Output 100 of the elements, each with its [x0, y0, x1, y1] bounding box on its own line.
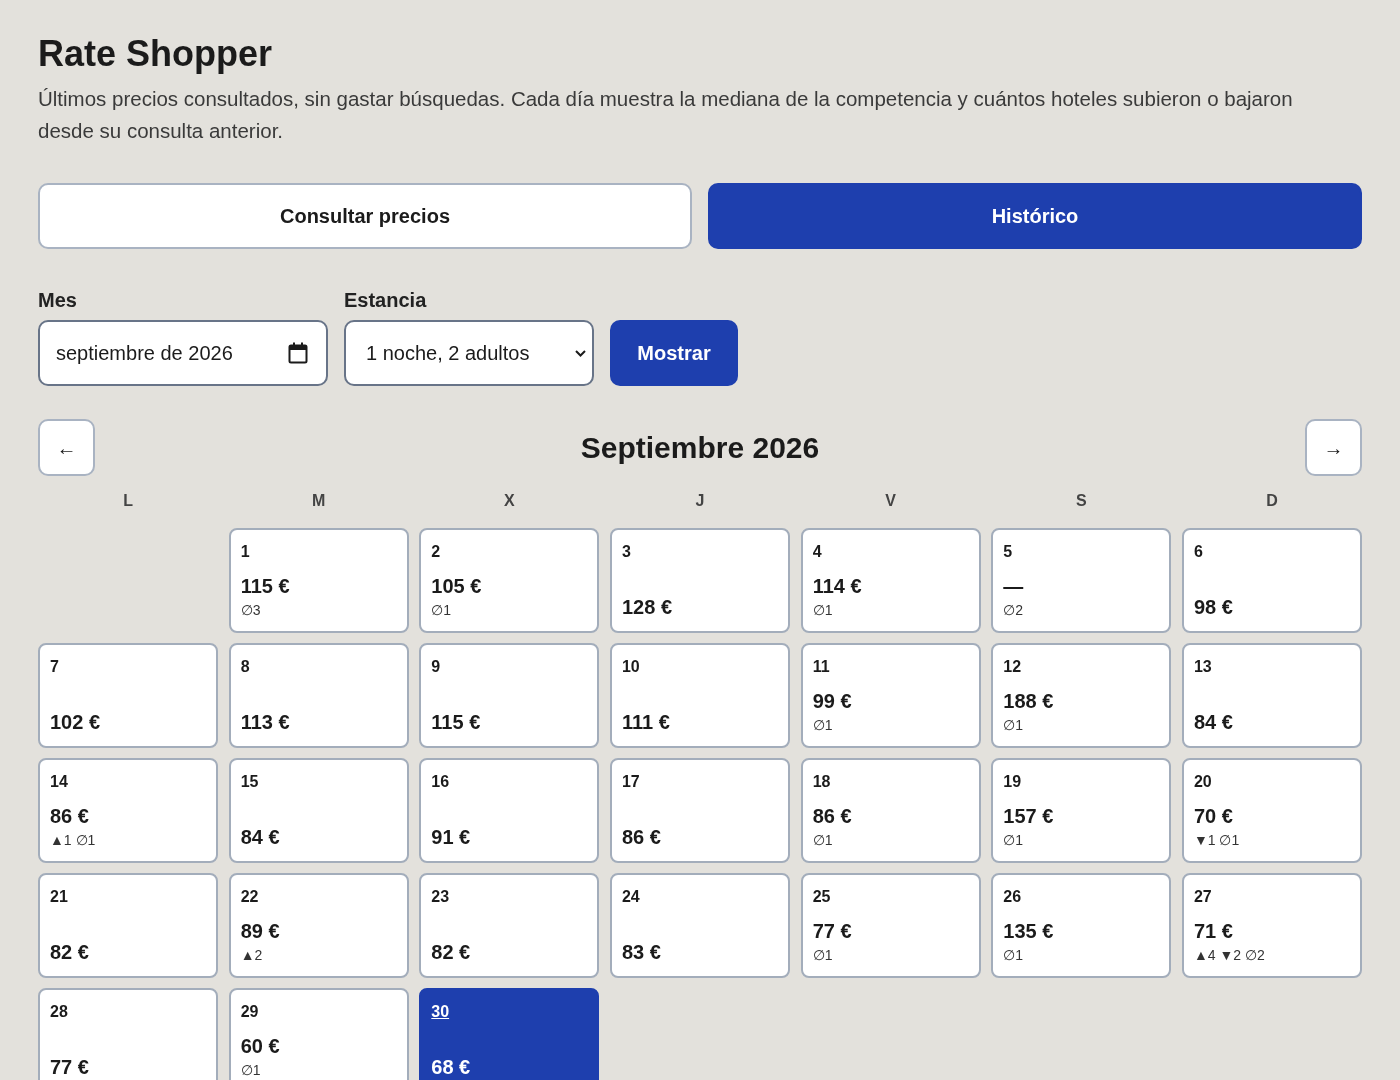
- day-cell[interactable]: 6 98 €: [1181, 528, 1362, 634]
- price-changes: ∅1: [431, 601, 452, 620]
- day-number: 4: [812, 542, 822, 563]
- day-cell[interactable]: 28 77 €: [38, 988, 219, 1080]
- day-number: 19: [1003, 772, 1022, 793]
- day-cell[interactable]: 23 82 €: [419, 873, 600, 979]
- median-price: 77 €: [50, 1055, 89, 1080]
- day-cell[interactable]: 10 111 €: [609, 643, 791, 749]
- median-price: 188 €: [1003, 689, 1054, 714]
- price-changes: ∅2: [1003, 601, 1024, 620]
- day-cell[interactable]: 30 68 €: [419, 988, 600, 1080]
- day-number: 27: [1193, 887, 1212, 908]
- stay-select[interactable]: 1 noche, 2 adultos: [344, 320, 594, 387]
- day-number: 20: [1193, 772, 1212, 793]
- day-cell[interactable]: 22 89 € ▲2: [228, 873, 409, 979]
- price-changes: ∅1: [812, 946, 833, 965]
- page-title: Rate Shopper: [38, 32, 274, 76]
- field-label: Estancia: [344, 288, 428, 314]
- weekday-label: M: [311, 491, 327, 512]
- day-cell[interactable]: 26 135 € ∅1: [991, 873, 1172, 979]
- price-changes: ∅1: [1003, 716, 1024, 735]
- day-cell[interactable]: 19 157 € ∅1: [991, 758, 1172, 864]
- day-number: 24: [621, 887, 640, 908]
- median-price: 102 €: [50, 710, 101, 735]
- calendar-title: Septiembre 2026: [580, 429, 820, 466]
- chevron-icon: [575, 349, 586, 357]
- day-number: 22: [240, 887, 259, 908]
- day-number: 7: [50, 657, 59, 678]
- median-price: 115 €: [431, 710, 481, 735]
- day-cell[interactable]: 16 91 €: [419, 758, 600, 864]
- price-changes: ∅1: [240, 1061, 261, 1080]
- median-price: 84 €: [240, 825, 280, 850]
- previous-month-button[interactable]: ←: [38, 419, 95, 477]
- median-price: 60 €: [240, 1034, 280, 1059]
- day-cell[interactable]: 3 128 €: [609, 528, 791, 634]
- day-number: 29: [240, 1002, 259, 1023]
- median-price: 89 €: [240, 919, 280, 944]
- day-cell[interactable]: 29 60 € ∅1: [228, 988, 409, 1080]
- median-price: 91 €: [431, 825, 471, 850]
- price-changes: ▼1 ∅1: [1193, 831, 1240, 850]
- median-price: 135 €: [1003, 919, 1054, 944]
- day-cell[interactable]: 17 86 €: [609, 758, 791, 864]
- show-button[interactable]: Mostrar: [610, 320, 738, 387]
- weekday-label: S: [1074, 491, 1088, 512]
- day-cell[interactable]: 14 86 € ▲1 ∅1: [38, 758, 219, 864]
- median-price: 98 €: [1193, 595, 1233, 620]
- weekday-label: V: [884, 491, 897, 512]
- day-number: 28: [50, 1002, 68, 1023]
- field-label: Mes: [38, 288, 78, 314]
- median-price: 86 €: [812, 804, 852, 829]
- day-number: 9: [431, 657, 441, 678]
- price-changes: ∅1: [812, 601, 833, 620]
- day-cell[interactable]: 12 188 € ∅1: [991, 643, 1172, 749]
- median-price: 84 €: [1193, 710, 1233, 735]
- day-cell[interactable]: 11 99 € ∅1: [800, 643, 981, 749]
- day-number: 14: [50, 772, 68, 793]
- day-cell[interactable]: 1 115 € ∅3: [228, 528, 409, 634]
- day-cell[interactable]: 8 113 €: [228, 643, 409, 749]
- tab[interactable]: Histórico: [708, 183, 1362, 250]
- next-month-button[interactable]: →: [1305, 419, 1362, 477]
- tab[interactable]: Consultar precios: [38, 183, 692, 250]
- median-price: 77 €: [812, 919, 852, 944]
- day-cell[interactable]: 18 86 € ∅1: [800, 758, 981, 864]
- day-number: 26: [1003, 887, 1022, 908]
- day-cell[interactable]: 21 82 €: [38, 873, 219, 979]
- price-changes: ∅1: [1003, 831, 1024, 850]
- price-changes: ▲1 ∅1: [50, 831, 96, 850]
- day-number: 5: [1003, 542, 1013, 563]
- day-number: 2: [431, 542, 441, 563]
- median-price: 111 €: [621, 710, 670, 735]
- day-cell[interactable]: 24 83 €: [609, 873, 791, 979]
- day-number: 30: [431, 1002, 450, 1023]
- month-field[interactable]: septiembre de 2026: [38, 320, 328, 387]
- day-cell[interactable]: 15 84 €: [228, 758, 409, 864]
- median-price: 86 €: [621, 825, 661, 850]
- day-cell[interactable]: 25 77 € ∅1: [800, 873, 981, 979]
- median-price: 99 €: [812, 689, 852, 714]
- day-cell[interactable]: 2 105 € ∅1: [419, 528, 600, 634]
- day-cell[interactable]: 9 115 €: [419, 643, 600, 749]
- price-changes: ▲4 ▼2 ∅2: [1193, 946, 1265, 965]
- day-number: 12: [1003, 657, 1022, 678]
- day-number: 6: [1193, 542, 1203, 563]
- price-changes: ∅1: [812, 716, 833, 735]
- median-price: 114 €: [812, 574, 862, 599]
- day-cell[interactable]: 27 71 € ▲4 ▼2 ∅2: [1181, 873, 1362, 979]
- median-price: —: [1003, 574, 1024, 599]
- day-cell[interactable]: 7 102 €: [38, 643, 219, 749]
- day-cell[interactable]: 13 84 €: [1181, 643, 1362, 749]
- median-price: 105 €: [431, 574, 482, 599]
- day-cell[interactable]: 5 — ∅2: [991, 528, 1172, 634]
- weekday-label: J: [694, 491, 706, 512]
- day-number: 16: [431, 772, 450, 793]
- median-price: 70 €: [1193, 804, 1233, 829]
- day-cell[interactable]: 4 114 € ∅1: [800, 528, 981, 634]
- price-changes: ∅1: [812, 831, 833, 850]
- day-number: 23: [431, 887, 450, 908]
- median-price: 82 €: [50, 940, 89, 965]
- day-number: 3: [621, 542, 631, 563]
- day-cell[interactable]: 20 70 € ▼1 ∅1: [1181, 758, 1362, 864]
- page-description: Últimos precios consultados, sin gastar búsquedas. Cada día muestra la mediana de la competencia y cuántos hoteles subieron o bajaron desde su consulta anterior.: [38, 86, 1294, 145]
